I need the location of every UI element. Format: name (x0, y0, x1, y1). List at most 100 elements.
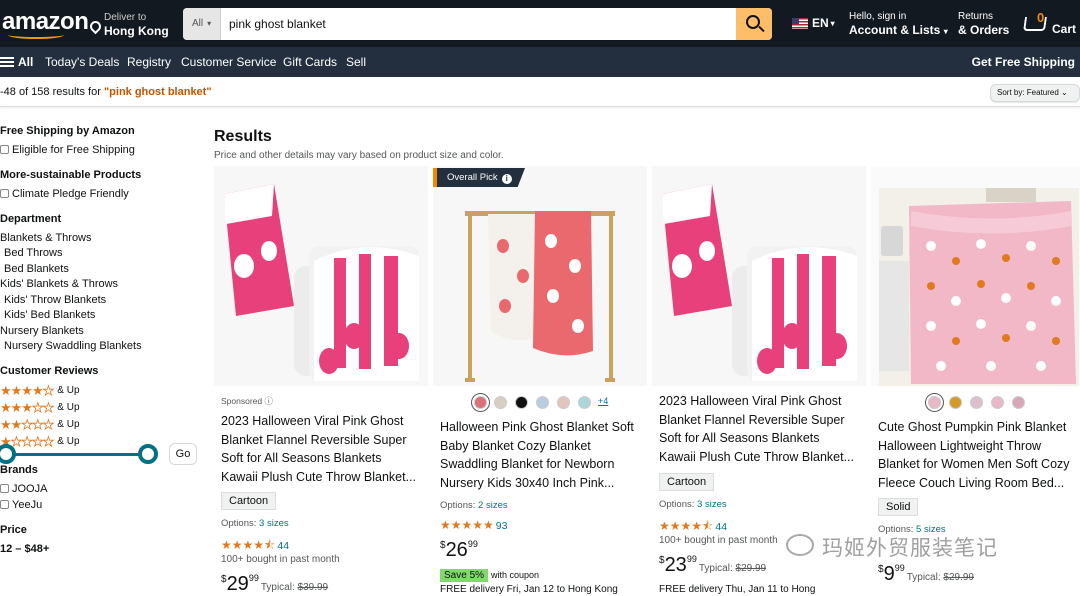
orders-label: & Orders (958, 23, 1010, 37)
language-selector[interactable]: EN ▾ (792, 16, 835, 30)
review-filter-3-up[interactable]: ★★★★★ & Up (0, 400, 80, 416)
search-query-text: "pink ghost blanket" (103, 86, 212, 98)
info-icon[interactable]: ⓘ (265, 396, 274, 406)
customer-reviews-heading: Customer Reviews (0, 365, 99, 377)
product-title[interactable]: 2023 Halloween Viral Pink Ghost Blanket … (659, 392, 859, 466)
product-image[interactable] (214, 166, 428, 386)
department-link[interactable]: Nursery Swaddling Blankets (4, 340, 142, 352)
color-swatch[interactable] (928, 396, 941, 409)
results-count: -48 of 158 results for "pink ghost blank… (0, 86, 212, 98)
department-link[interactable]: Bed Throws (4, 247, 63, 259)
price-go-button[interactable]: Go (169, 443, 197, 465)
checkbox[interactable] (0, 145, 9, 154)
color-swatch[interactable] (1012, 396, 1025, 409)
product-price[interactable]: $2699 (440, 539, 640, 562)
checkbox[interactable] (0, 484, 9, 493)
search-category-label: All (192, 18, 204, 29)
get-free-shipping-link[interactable]: Get Free Shipping (972, 55, 1075, 69)
price-slider-max-handle[interactable] (138, 444, 158, 464)
product-rating[interactable]: ★★★★★ 93 (440, 518, 640, 532)
options-link[interactable]: 3 sizes (259, 518, 289, 529)
product-image[interactable] (871, 166, 1080, 386)
all-menu-button[interactable]: All (0, 55, 33, 69)
department-link[interactable]: Nursery Blankets (0, 325, 84, 337)
more-colors-link[interactable]: +4 (598, 396, 608, 406)
review-up-label: & Up (57, 385, 80, 396)
department-link[interactable]: Blankets & Throws (0, 232, 92, 244)
product-options: Options: 2 sizes (440, 500, 508, 511)
color-swatch[interactable] (494, 396, 507, 409)
account-lists-menu[interactable]: Hello, sign in Account & Lists ▾ (849, 11, 948, 37)
nav-customer-service[interactable]: Customer Service (181, 55, 276, 69)
department-link[interactable]: Bed Blankets (4, 263, 69, 275)
climate-pledge-checkbox[interactable]: Climate Pledge Friendly (0, 188, 129, 200)
account-lists-label: Account & Lists (849, 23, 941, 37)
free-shipping-checkbox[interactable]: Eligible for Free Shipping (0, 144, 135, 156)
returns-label: Returns (958, 11, 994, 22)
color-swatch[interactable] (578, 396, 591, 409)
product-price[interactable]: $999Typical: $29.99 (878, 563, 1078, 586)
us-flag-icon (792, 17, 808, 29)
nav-registry[interactable]: Registry (127, 55, 171, 69)
search-category-dropdown[interactable]: All ▾ (183, 8, 221, 40)
options-link[interactable]: 3 sizes (697, 499, 727, 510)
review-count[interactable]: 44 (277, 540, 289, 552)
review-filter-4-up[interactable]: ★★★★★ & Up (0, 383, 80, 399)
color-swatch[interactable] (991, 396, 1004, 409)
brand-label: YeeJu (12, 499, 43, 511)
star-rating-icon: ★★★★⯪ (659, 519, 714, 533)
results-info-bar: -48 of 158 results for "pink ghost blank… (0, 77, 1080, 107)
review-count[interactable]: 93 (496, 520, 508, 532)
product-title[interactable]: 2023 Halloween Viral Pink Ghost Blanket … (221, 412, 421, 486)
search-button[interactable] (736, 8, 772, 40)
hamburger-menu-icon (0, 57, 14, 67)
color-swatch[interactable] (536, 396, 549, 409)
color-swatch[interactable] (949, 396, 962, 409)
brand-checkbox-jooja[interactable]: JOOJA (0, 483, 47, 495)
department-link[interactable]: Kids' Throw Blankets (4, 294, 106, 306)
product-image[interactable] (433, 166, 647, 386)
nav-sell[interactable]: Sell (346, 55, 366, 69)
color-swatch[interactable] (474, 396, 487, 409)
department-link[interactable]: Kids' Bed Blankets (4, 309, 95, 321)
product-card: 2023 Halloween Viral Pink Ghost Blanket … (652, 166, 866, 595)
save-badge[interactable]: Save 5% (440, 569, 489, 582)
color-swatch[interactable] (557, 396, 570, 409)
product-title[interactable]: Halloween Pink Ghost Blanket Soft Baby B… (440, 418, 640, 492)
climate-pledge-label: Climate Pledge Friendly (12, 188, 129, 200)
department-heading: Department (0, 213, 62, 225)
nav-todays-deals[interactable]: Today's Deals (45, 55, 119, 69)
product-card: Sponsored ⓘ 2023 Halloween Viral Pink Gh… (214, 166, 428, 596)
color-swatch[interactable] (515, 396, 528, 409)
brand-checkbox-yeeju[interactable]: YeeJu (0, 499, 42, 511)
watermark-text: 玛姬外贸服装笔记 (822, 537, 998, 560)
review-filter-2-up[interactable]: ★★★★★ & Up (0, 417, 80, 433)
product-price[interactable]: $2999Typical: $39.99 (221, 573, 421, 596)
product-card: Cute Ghost Pumpkin Pink Blanket Hallowee… (871, 166, 1080, 594)
checkbox[interactable] (0, 189, 9, 198)
options-link[interactable]: 2 sizes (478, 500, 508, 511)
review-up-label: & Up (57, 402, 80, 413)
info-icon[interactable]: i (501, 174, 512, 184)
returns-orders-link[interactable]: Returns & Orders (958, 11, 1009, 37)
price-slider-track[interactable] (6, 453, 148, 456)
star-rating-icon: ★★★★★ (0, 400, 55, 416)
review-up-label: & Up (57, 436, 80, 447)
results-heading: Results (214, 128, 272, 145)
overall-pick-badge: Overall Pick i (433, 168, 525, 187)
price-slider-min-handle[interactable] (0, 444, 16, 464)
search-input[interactable] (221, 8, 735, 40)
product-title[interactable]: Cute Ghost Pumpkin Pink Blanket Hallowee… (878, 418, 1078, 492)
sort-dropdown[interactable]: Sort by: Featured ⌄ (990, 84, 1080, 102)
cart-button[interactable]: 0 Cart (1020, 9, 1080, 39)
nav-gift-cards[interactable]: Gift Cards (283, 55, 337, 69)
checkbox[interactable] (0, 500, 9, 509)
review-count[interactable]: 44 (715, 521, 727, 533)
color-swatch[interactable] (970, 396, 983, 409)
all-menu-label: All (18, 55, 34, 69)
department-link[interactable]: Kids' Blankets & Throws (0, 278, 118, 290)
results-count-text: -48 of 158 results for (0, 86, 104, 98)
color-swatches: +4 (433, 396, 647, 410)
product-image[interactable] (652, 166, 866, 386)
product-badge: Cartoon (221, 492, 277, 510)
